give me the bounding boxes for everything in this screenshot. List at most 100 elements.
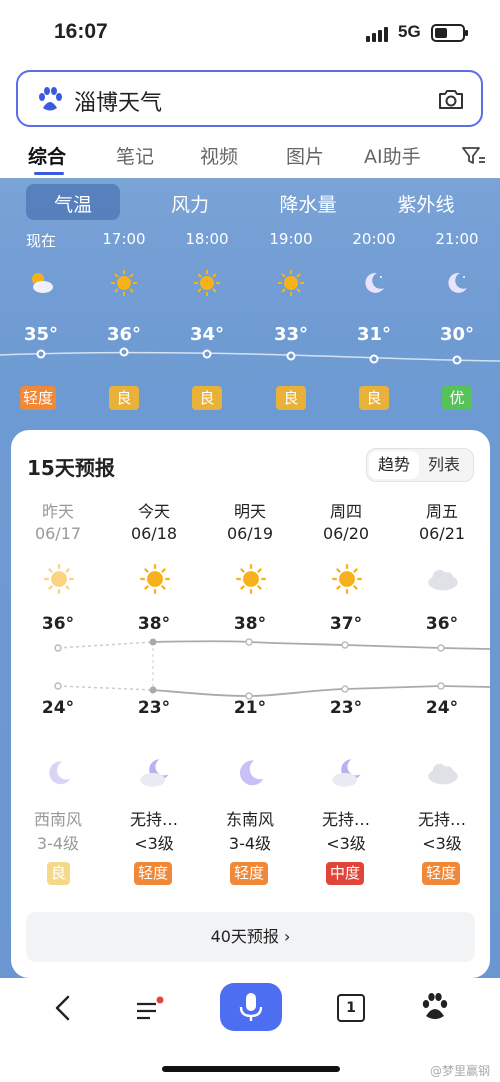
- cloud-icon: [428, 763, 458, 785]
- tabs-button[interactable]: 1: [337, 994, 365, 1022]
- wind-direction: 无持…: [129, 810, 178, 829]
- watermark: @梦里赢钢: [429, 1064, 490, 1078]
- day-date: 06/20: [322, 524, 370, 543]
- bottom-nav: 1: [0, 978, 500, 1082]
- sun-icon: [236, 564, 266, 594]
- wind-direction: 东南风: [225, 810, 274, 829]
- view-toggle: 趋势 列表: [366, 448, 474, 482]
- moon-icon: [365, 272, 384, 293]
- partly-cloudy-day-icon: [32, 273, 53, 293]
- wind-level: <3级: [326, 834, 366, 853]
- hour-time: 现在: [25, 232, 56, 250]
- sun-icon: [111, 270, 137, 296]
- day-date: 06/19: [226, 524, 274, 543]
- day-high: 37°: [329, 614, 363, 634]
- search-box[interactable]: 淄博天气: [16, 70, 483, 127]
- baidu-paw-icon: [39, 87, 62, 111]
- day-low: 23°: [329, 698, 363, 718]
- air-quality-badge: 优: [442, 386, 472, 410]
- battery-icon: [431, 24, 468, 42]
- sun-icon: [278, 270, 304, 296]
- sun-icon: [44, 564, 74, 594]
- day-name: 周五: [425, 502, 458, 521]
- hour-time: 21:00: [435, 230, 479, 248]
- day-name: 明天: [233, 502, 266, 521]
- network-type: 5G: [398, 22, 421, 41]
- wind-level: 3-4级: [228, 834, 272, 853]
- air-quality-badge: 中度: [326, 862, 365, 885]
- tab-count: 1: [337, 994, 365, 1022]
- status-bar: 16:07 5G: [0, 0, 500, 64]
- day-date: 06/18: [130, 524, 178, 543]
- air-quality-badge: 良: [276, 386, 306, 410]
- air-quality-badge: 轻度: [230, 862, 269, 885]
- air-quality-badge: 良: [47, 862, 71, 885]
- moon-icon: [239, 760, 264, 786]
- day-low: 23°: [137, 698, 171, 718]
- metric-tabs: 气温 风力 降水量 紫外线: [0, 182, 500, 222]
- day-date: 06/21: [418, 524, 466, 543]
- day-name: 今天: [137, 502, 170, 521]
- wind-direction: 无持…: [417, 810, 466, 829]
- day-high: 36°: [41, 614, 75, 634]
- tab-wind[interactable]: 风力: [140, 190, 240, 217]
- tab-precipitation[interactable]: 降水量: [258, 190, 358, 217]
- day-low: 24°: [425, 698, 459, 718]
- home-indicator: [162, 1066, 340, 1072]
- wind-level: <3级: [134, 834, 174, 853]
- moon-icon: [49, 761, 71, 785]
- sun-icon: [194, 270, 220, 296]
- air-quality-badge: 良: [359, 386, 389, 410]
- menu-icon[interactable]: [134, 996, 164, 1024]
- status-time: 16:07: [54, 20, 108, 43]
- wind-direction: 无持…: [321, 810, 370, 829]
- day-name: 昨天: [41, 502, 74, 521]
- tab-images[interactable]: 图片: [286, 142, 324, 169]
- toggle-trend[interactable]: 趋势: [369, 451, 419, 479]
- tab-temperature[interactable]: 气温: [26, 184, 120, 220]
- result-tabs: 综合 笔记 视频 图片 AI助手: [0, 132, 500, 178]
- hour-time: 20:00: [352, 230, 396, 248]
- hour-time: 18:00: [185, 230, 229, 248]
- day-date: 06/17: [34, 524, 82, 543]
- cloud-icon: [428, 569, 458, 591]
- forty-day-forecast-button[interactable]: 40天预报 ›: [26, 912, 475, 962]
- tab-notes[interactable]: 笔记: [116, 142, 154, 169]
- filter-icon[interactable]: [462, 146, 486, 166]
- air-quality-badge: 轻度: [422, 862, 461, 885]
- toggle-list[interactable]: 列表: [421, 451, 467, 479]
- air-quality-badge: 良: [192, 386, 222, 410]
- signal-icon: [366, 26, 392, 42]
- day-name: 周四: [329, 502, 362, 521]
- sun-icon: [140, 564, 170, 594]
- air-quality-badge: 良: [109, 386, 139, 410]
- wind-direction: 西南风: [33, 810, 82, 829]
- day-high: 36°: [425, 614, 459, 634]
- tab-uv[interactable]: 紫外线: [376, 190, 476, 217]
- search-input[interactable]: 淄博天气: [74, 85, 162, 117]
- sun-icon: [332, 564, 362, 594]
- forecast-title: 15天预报: [27, 456, 115, 480]
- day-low: 21°: [233, 698, 267, 718]
- cloudy-moon-icon: [332, 759, 361, 787]
- voice-search-button[interactable]: [220, 983, 282, 1031]
- tab-general[interactable]: 综合: [28, 142, 66, 169]
- cloudy-moon-icon: [140, 759, 169, 787]
- air-quality-badge: 轻度: [20, 386, 57, 410]
- tab-videos[interactable]: 视频: [200, 142, 238, 169]
- air-quality-badge: 轻度: [134, 862, 173, 885]
- tab-ai-assistant[interactable]: AI助手: [364, 142, 421, 169]
- hourly-temp-line: [0, 347, 500, 365]
- camera-icon[interactable]: [437, 87, 465, 111]
- day-low: 24°: [41, 698, 75, 718]
- day-high: 38°: [233, 614, 267, 634]
- hour-time: 19:00: [269, 230, 313, 248]
- microphone-icon: [239, 993, 263, 1021]
- day-high: 38°: [137, 614, 171, 634]
- baidu-home-icon[interactable]: [420, 992, 450, 1022]
- back-icon[interactable]: [50, 994, 78, 1022]
- hour-time: 17:00: [102, 230, 146, 248]
- wind-level: 3-4级: [36, 834, 80, 853]
- wind-level: <3级: [422, 834, 462, 853]
- active-tab-indicator: [34, 172, 64, 175]
